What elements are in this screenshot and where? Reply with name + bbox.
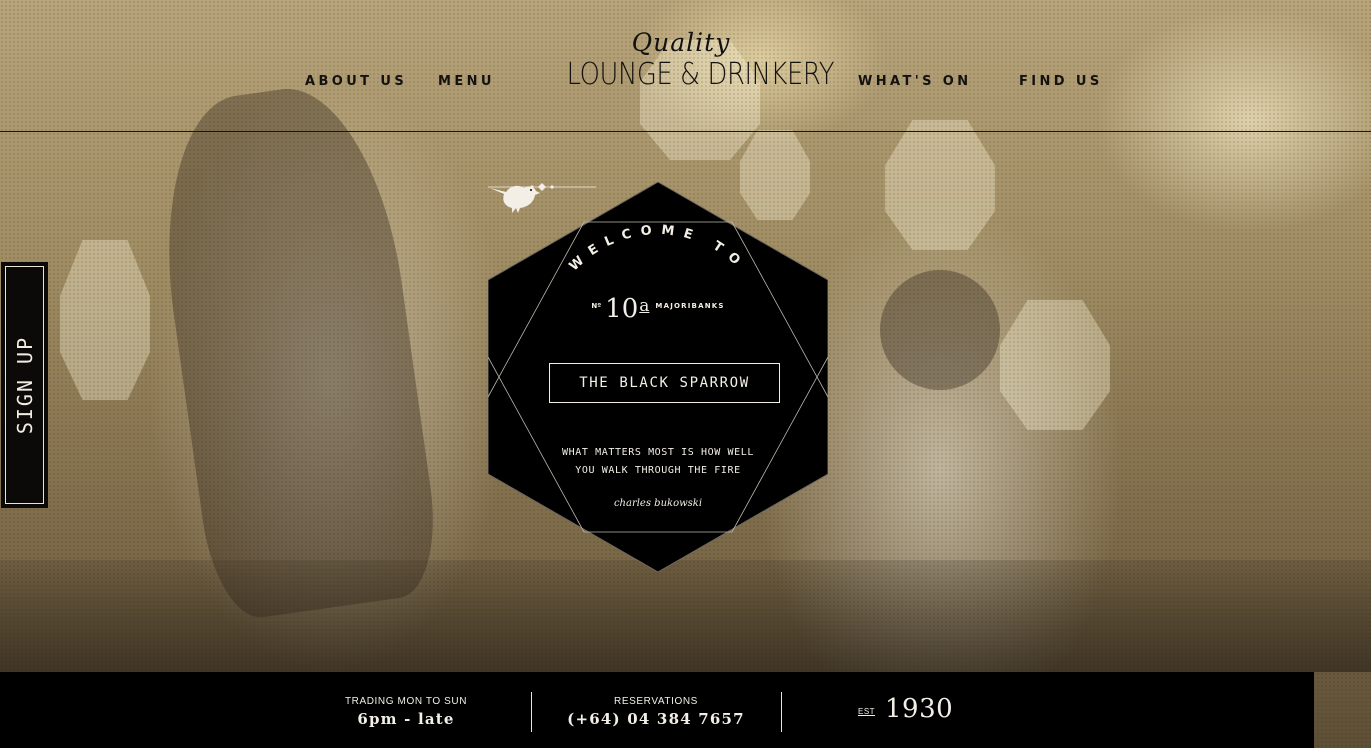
venue-name-box: THE BLACK SPARROW [549, 363, 780, 403]
reservations: RESERVATIONS (+64) 04 384 7657 [566, 672, 746, 748]
trading-value: 6pm - late [357, 710, 455, 728]
signup-label: SIGN UP [12, 335, 37, 435]
established: EST 1930 [858, 672, 958, 748]
reservations-phone[interactable]: (+64) 04 384 7657 [566, 710, 746, 728]
address-line: Nº 10a MAJORIBANKS [488, 294, 828, 324]
logo-main-text: LOUNGE & DRINKERY [566, 57, 835, 92]
site-logo[interactable]: Quality LOUNGE & DRINKERY [548, 28, 835, 106]
site-header: ABOUT US MENU Quality LOUNGE & DRINKERY … [0, 0, 1371, 132]
footer-divider [531, 692, 532, 732]
trading-hours: TRADING MON TO SUN 6pm - late [331, 672, 481, 748]
nav-find-us[interactable]: FIND US [1019, 74, 1103, 89]
est-label: EST [858, 707, 876, 716]
logo-script-text: Quality [631, 28, 731, 57]
address-number: 10a [605, 294, 650, 324]
address-number-prefix: Nº [591, 302, 602, 310]
quote-text: WHAT MATTERS MOST IS HOW WELL YOU WALK T… [528, 444, 788, 480]
address-number-suffix: a [639, 296, 650, 316]
signup-tab[interactable]: SIGN UP [1, 262, 48, 508]
est-year: 1930 [885, 694, 954, 724]
trading-label: TRADING MON TO SUN [344, 696, 468, 707]
reservations-label: RESERVATIONS [614, 696, 698, 707]
nav-whats-on[interactable]: WHAT'S ON [858, 74, 972, 89]
quote-line-2: YOU WALK THROUGH THE FIRE [575, 465, 741, 476]
nav-menu[interactable]: MENU [438, 74, 495, 89]
quote-author: charles bukowski [613, 498, 703, 509]
nav-about-us[interactable]: ABOUT US [305, 74, 407, 89]
info-footer: TRADING MON TO SUN 6pm - late RESERVATIO… [0, 672, 1314, 748]
footer-divider [781, 692, 782, 732]
venue-name: THE BLACK SPARROW [579, 375, 750, 391]
address-street: MAJORIBANKS [655, 302, 725, 310]
quote-line-1: WHAT MATTERS MOST IS HOW WELL [562, 447, 754, 458]
ornament-divider-icon [488, 183, 596, 191]
welcome-badge: WELCOME TO Nº 10a MAJORIBANKS THE BLACK SP… [488, 182, 828, 572]
